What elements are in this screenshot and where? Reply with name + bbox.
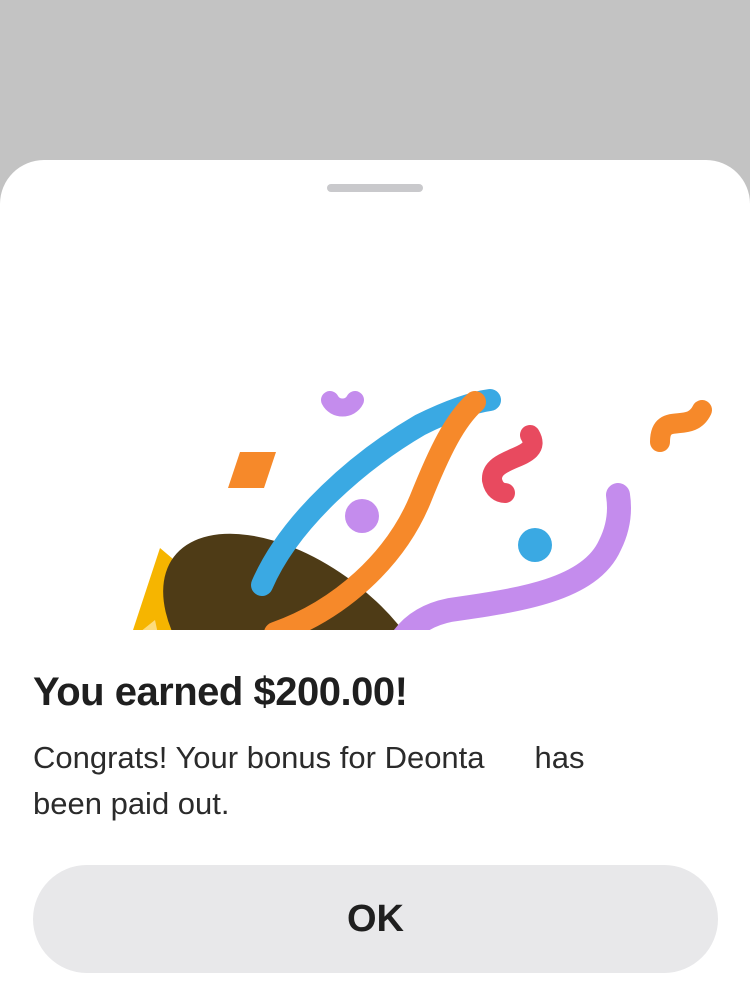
message-part-3: been paid out. [33,786,230,821]
party-popper-icon [130,389,712,630]
reward-title: You earned $200.00! [33,670,408,714]
drag-handle[interactable] [327,184,423,192]
message-part-2: has [534,740,585,775]
message-part-1: Congrats! Your bonus for Deonta [33,740,485,775]
reward-message: Congrats! Your bonus for Deonta has been p… [33,735,693,827]
ok-button[interactable]: OK [33,865,718,973]
bonus-bottom-sheet: You earned $200.00! Congrats! Your bonus… [0,160,750,1000]
